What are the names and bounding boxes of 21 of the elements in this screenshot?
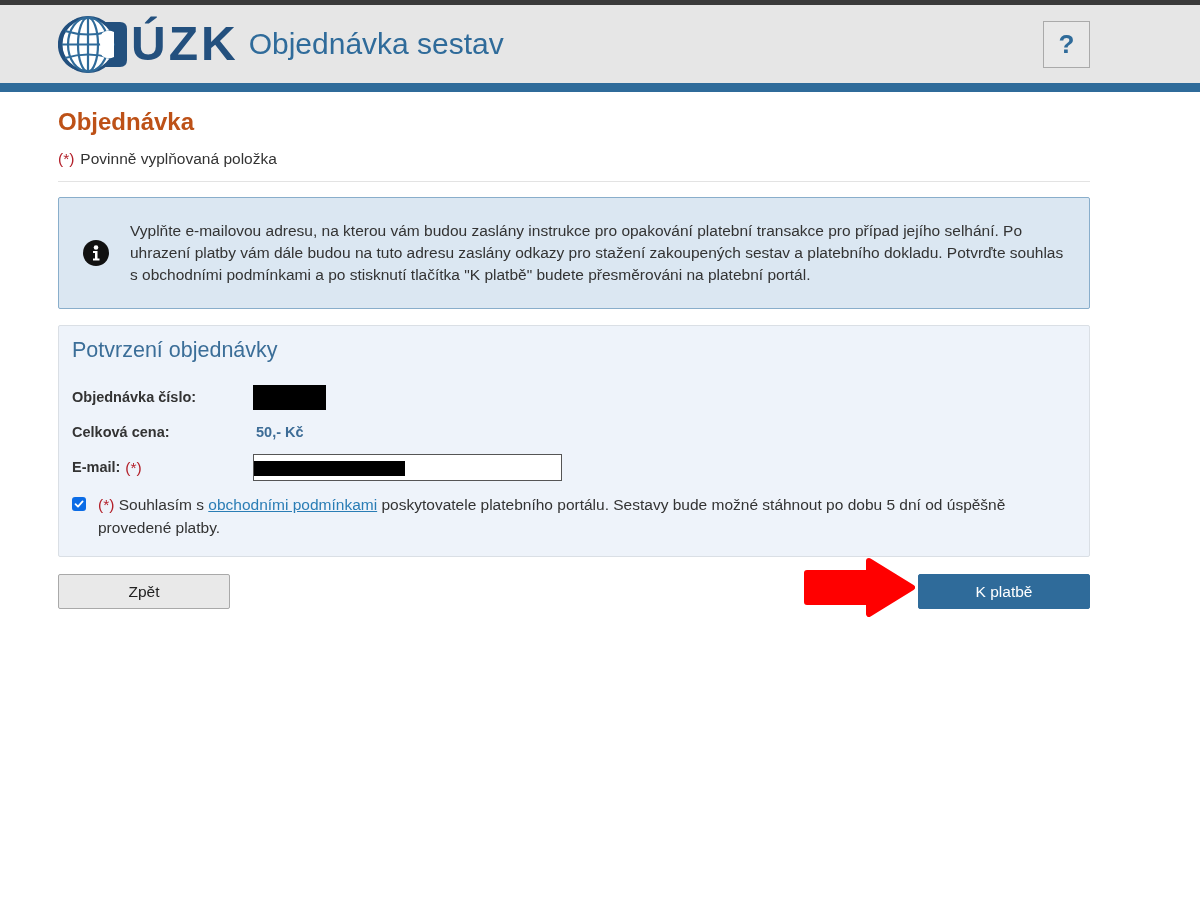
price-value: 50,- Kč — [256, 422, 304, 442]
consent-text: (*) Souhlasím s obchodními podmínkami poskytovatele platebního portálu. Sestavy bude možné stáhnout po dobu 5 dní od úspěšně provedené platby. — [98, 495, 1007, 538]
field-label: Celková cena: — [72, 422, 170, 442]
arrow-icon — [803, 558, 915, 617]
required-note: Povinně vyplňovaná položka — [80, 149, 277, 170]
required-mark: (*) — [58, 149, 75, 170]
info-text: Vyplňte e-mailovou adresu, na kterou vám budou zaslány instrukce pro opakování platební transakce pro případ jejího selhání. Po uhrazení platby vám dále budou na tuto adresu zaslány odkazy pro stažení zakoupených sestav a platebního dokladu. Potvrďte souhlas s obchodními podmínkami a po stisknutí tlačítka "K platbě" budete přesměrováni na platební portál. — [130, 221, 1065, 285]
terms-link[interactable]: obchodními podmínkami — [208, 496, 378, 513]
consent-checkbox[interactable] — [72, 497, 86, 511]
info-icon — [83, 240, 109, 266]
field-label: Objednávka číslo: — [72, 387, 197, 407]
page-heading: Objednávka — [58, 108, 196, 136]
help-button[interactable]: ? — [1043, 20, 1090, 68]
card-title: Potvrzení objednávky — [72, 337, 279, 364]
app-title: Objednávka sestav — [248, 29, 504, 59]
required-mark: (*) — [125, 457, 142, 478]
pay-button[interactable]: K platbě — [918, 574, 1090, 609]
email-input-field[interactable] — [253, 454, 562, 481]
field-label: E-mail: — [72, 457, 121, 477]
globe-logo-icon — [58, 13, 128, 75]
back-button[interactable]: Zpět — [58, 574, 230, 609]
